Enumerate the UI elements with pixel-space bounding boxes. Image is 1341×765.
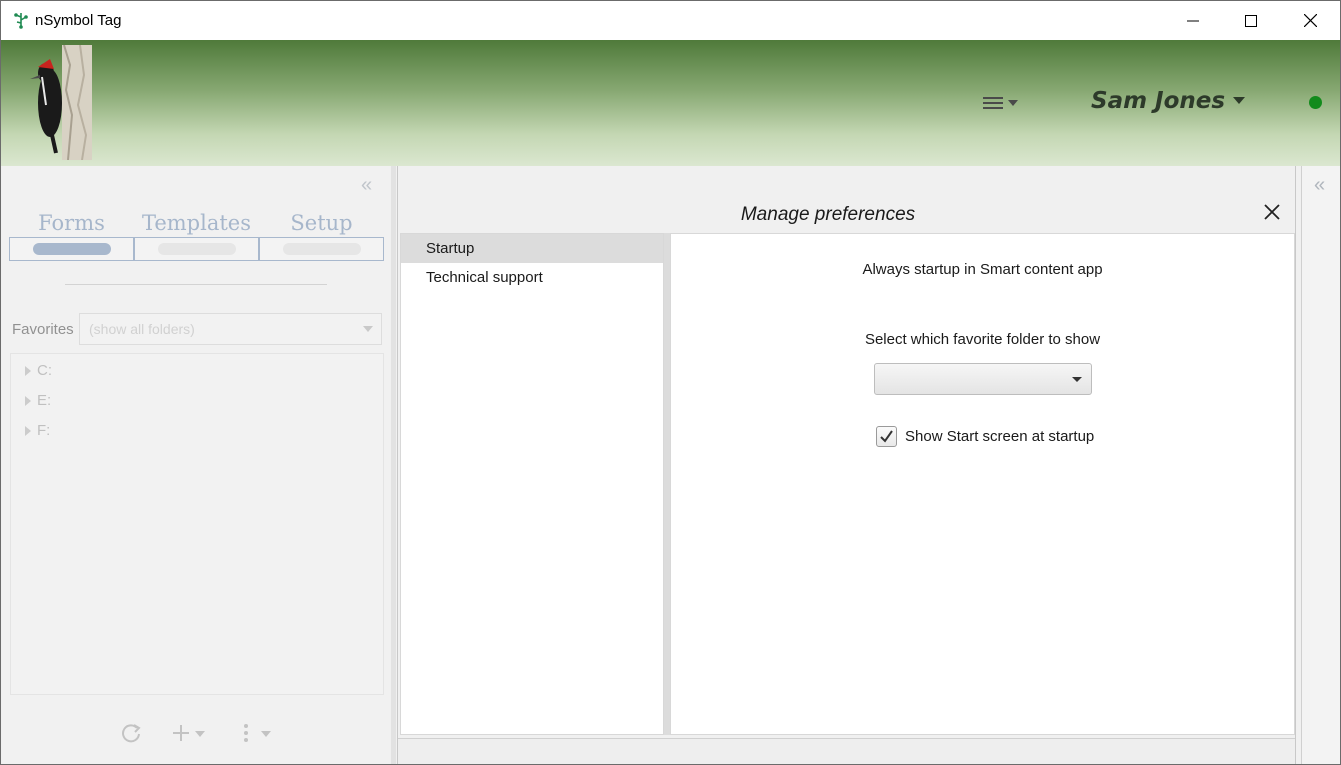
show-start-screen-checkbox[interactable] <box>876 426 897 447</box>
user-name: Sam Jones <box>1091 88 1226 114</box>
expand-arrow-icon[interactable] <box>25 425 31 436</box>
expand-arrow-icon[interactable] <box>25 395 31 406</box>
user-menu-button[interactable]: Sam Jones <box>1091 88 1246 114</box>
show-start-screen-label: Show Start screen at startup <box>905 428 1095 445</box>
favorites-select[interactable]: (show all folders) <box>79 313 382 345</box>
refresh-icon[interactable] <box>120 722 142 744</box>
add-icon[interactable] <box>172 722 208 744</box>
tree-item-label: C: <box>37 362 52 379</box>
app-window: nSymbol Tag Sam Jones « Forms Templates … <box>0 0 1341 765</box>
show-start-screen-option[interactable]: Show Start screen at startup <box>876 426 1094 447</box>
startup-preferences-content: Always startup in Smart content app Sele… <box>670 233 1295 735</box>
dialog-footer <box>398 738 1295 764</box>
tab-templates[interactable]: Templates <box>134 211 259 235</box>
tree-item[interactable]: F: <box>25 422 50 439</box>
favorites-select-value: (show all folders) <box>89 321 195 337</box>
close-icon <box>1303 14 1317 27</box>
header-banner: Sam Jones <box>1 40 1340 166</box>
tab-forms[interactable]: Forms <box>9 211 134 235</box>
right-collapsed-panel: « <box>1301 166 1340 764</box>
maximize-button[interactable] <box>1222 1 1280 40</box>
tab-forms-indicator[interactable] <box>9 237 134 261</box>
dialog-close-button[interactable] <box>1264 204 1284 224</box>
close-icon <box>1264 204 1280 220</box>
tab-setup[interactable]: Setup <box>259 211 384 235</box>
tab-pill <box>158 243 236 255</box>
favorites-label: Favorites <box>12 321 74 338</box>
tab-setup-indicator[interactable] <box>259 237 384 261</box>
preferences-category-list: Startup Technical support <box>400 233 664 735</box>
maximize-icon <box>1245 14 1257 27</box>
tree-item[interactable]: C: <box>25 362 52 379</box>
more-icon[interactable] <box>240 722 274 744</box>
title-bar: nSymbol Tag <box>1 1 1340 40</box>
manage-preferences-dialog: Manage preferences Startup Technical sup… <box>397 166 1296 764</box>
expand-right-panel-icon[interactable]: « <box>1314 174 1325 197</box>
chevron-down-icon <box>1072 377 1082 382</box>
dialog-title: Manage preferences <box>740 204 916 225</box>
app-icon <box>14 13 28 29</box>
chevron-down-icon <box>363 326 373 332</box>
folder-tree: C: E: F: <box>10 353 384 695</box>
always-startup-text: Always startup in Smart content app <box>862 261 1103 278</box>
left-navigation-panel: « Forms Templates Setup Favorites (show … <box>2 166 390 764</box>
main-menu-button[interactable] <box>981 92 1021 114</box>
connection-status-indicator <box>1309 96 1322 109</box>
favorite-folder-select[interactable] <box>874 363 1092 395</box>
expand-arrow-icon[interactable] <box>25 365 31 376</box>
woodpecker-logo <box>30 45 92 160</box>
close-window-button[interactable] <box>1281 1 1339 40</box>
hamburger-menu-icon <box>983 97 1018 109</box>
minimize-button[interactable] <box>1164 1 1222 40</box>
tab-active-pill <box>33 243 111 255</box>
collapse-left-panel-icon[interactable]: « <box>361 174 372 197</box>
divider <box>65 284 327 285</box>
tree-item[interactable]: E: <box>25 392 51 409</box>
panel-splitter[interactable] <box>391 166 396 764</box>
tree-item-label: E: <box>37 392 52 409</box>
window-title: nSymbol Tag <box>35 12 122 29</box>
minimize-icon <box>1187 20 1199 21</box>
tab-pill <box>283 243 361 255</box>
tab-templates-indicator[interactable] <box>134 237 259 261</box>
checkmark-icon <box>880 430 893 443</box>
chevron-down-icon <box>1233 97 1246 104</box>
favorite-folder-label: Select which favorite folder to show <box>864 331 1101 348</box>
tree-item-label: F: <box>37 422 51 439</box>
category-startup[interactable]: Startup <box>401 234 663 263</box>
category-technical-support[interactable]: Technical support <box>401 263 663 292</box>
